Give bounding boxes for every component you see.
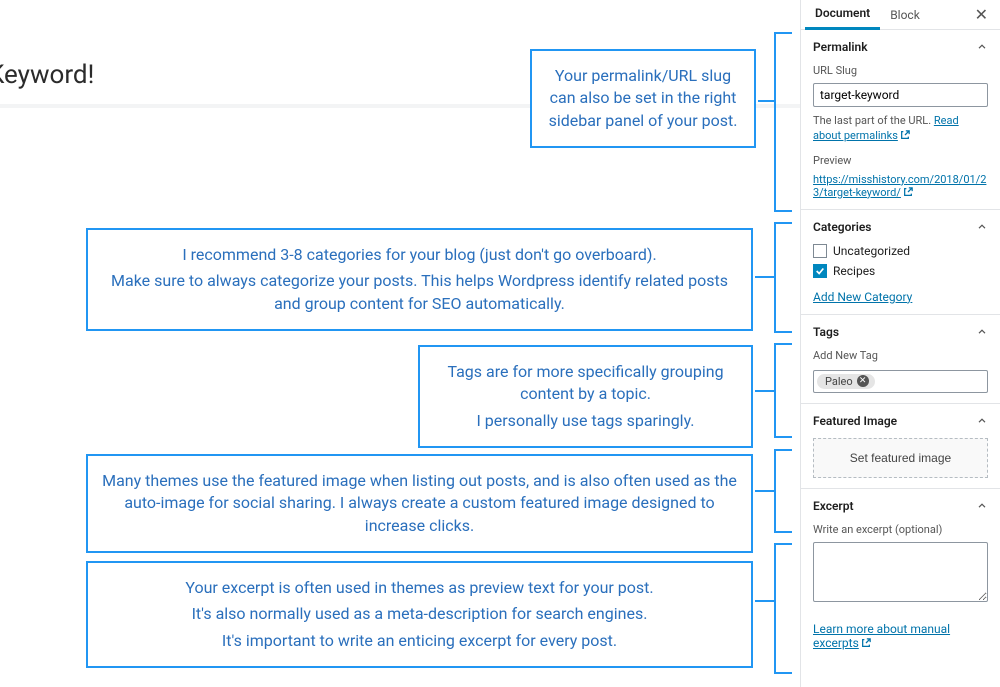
annotation-categories: I recommend 3-8 categories for your blog… bbox=[86, 228, 753, 331]
category-recipes[interactable]: Recipes bbox=[813, 264, 988, 278]
chevron-up-icon bbox=[976, 415, 988, 427]
panel-categories-toggle[interactable]: Categories bbox=[813, 220, 988, 234]
annotation-tags: Tags are for more specifically grouping … bbox=[418, 345, 753, 448]
bracket-permalink bbox=[774, 32, 786, 212]
excerpt-textarea[interactable] bbox=[813, 542, 988, 602]
bracket-featured bbox=[774, 449, 786, 533]
panel-categories: Categories Uncategorized Recipes Add New… bbox=[801, 210, 1000, 315]
preview-label: Preview bbox=[813, 154, 988, 167]
chevron-up-icon bbox=[976, 326, 988, 338]
annotation-permalink: Your permalink/URL slug can also be set … bbox=[530, 49, 756, 148]
annotation-featured: Many themes use the featured image when … bbox=[86, 454, 753, 553]
bracket-tags bbox=[774, 343, 786, 438]
category-label: Uncategorized bbox=[833, 244, 910, 258]
chevron-up-icon bbox=[976, 41, 988, 53]
panel-excerpt: Excerpt Write an excerpt (optional) bbox=[801, 489, 1000, 612]
panel-tags: Tags Add New Tag Paleo ✕ bbox=[801, 315, 1000, 404]
external-link-icon bbox=[903, 187, 913, 197]
tab-block[interactable]: Block bbox=[880, 0, 930, 30]
external-link-icon bbox=[900, 129, 910, 139]
chevron-up-icon bbox=[976, 221, 988, 233]
learn-more-excerpts-link[interactable]: Learn more about manual excerpts bbox=[813, 622, 950, 650]
url-slug-input[interactable] bbox=[813, 83, 988, 107]
connector-featured bbox=[755, 490, 774, 492]
panel-featured-image: Featured Image Set featured image bbox=[801, 404, 1000, 489]
panel-featured-image-toggle[interactable]: Featured Image bbox=[813, 414, 988, 428]
checkbox-unchecked-icon bbox=[813, 244, 827, 258]
panel-permalink-title: Permalink bbox=[813, 40, 868, 54]
bracket-excerpt bbox=[774, 543, 786, 674]
permalink-help: The last part of the URL. Read about per… bbox=[813, 113, 988, 144]
permalink-preview: https://misshistory.com/2018/01/23/targe… bbox=[813, 173, 988, 199]
panel-tags-toggle[interactable]: Tags bbox=[813, 325, 988, 339]
connector-excerpt bbox=[755, 600, 774, 602]
panel-tags-title: Tags bbox=[813, 325, 839, 339]
bracket-categories bbox=[774, 222, 786, 333]
close-icon: ✕ bbox=[975, 5, 988, 24]
set-featured-image-button[interactable]: Set featured image bbox=[813, 438, 988, 478]
connector-tags bbox=[755, 390, 774, 392]
excerpt-learn-more: Learn more about manual excerpts bbox=[801, 612, 1000, 660]
tag-pill-paleo: Paleo ✕ bbox=[817, 374, 875, 389]
url-slug-label: URL Slug bbox=[813, 64, 988, 77]
remove-tag-button[interactable]: ✕ bbox=[857, 375, 869, 387]
connector-permalink bbox=[758, 100, 774, 102]
category-label: Recipes bbox=[833, 264, 875, 278]
chevron-up-icon bbox=[976, 500, 988, 512]
sidebar-tabs: Document Block ✕ bbox=[801, 0, 1000, 30]
panel-permalink-toggle[interactable]: Permalink bbox=[813, 40, 988, 54]
add-new-tag-label: Add New Tag bbox=[813, 349, 988, 362]
panel-categories-title: Categories bbox=[813, 220, 871, 234]
panel-excerpt-title: Excerpt bbox=[813, 499, 854, 513]
tab-document[interactable]: Document bbox=[805, 0, 880, 30]
excerpt-label: Write an excerpt (optional) bbox=[813, 523, 988, 536]
category-uncategorized[interactable]: Uncategorized bbox=[813, 244, 988, 258]
annotation-excerpt: Your excerpt is often used in themes as … bbox=[86, 561, 753, 668]
panel-excerpt-toggle[interactable]: Excerpt bbox=[813, 499, 988, 513]
checkbox-checked-icon bbox=[813, 264, 827, 278]
add-new-category-link[interactable]: Add New Category bbox=[813, 290, 912, 304]
tag-pill-label: Paleo bbox=[825, 375, 853, 388]
post-body-placeholder[interactable]: delete it, then start writing! bbox=[0, 154, 800, 169]
editor-canvas: ude Your Target Keyword! delete it, then… bbox=[0, 0, 800, 687]
panel-permalink: Permalink URL Slug The last part of the … bbox=[801, 30, 1000, 210]
permalink-preview-link[interactable]: https://misshistory.com/2018/01/23/targe… bbox=[813, 173, 986, 199]
connector-categories bbox=[755, 276, 774, 278]
tag-input[interactable]: Paleo ✕ bbox=[813, 370, 988, 393]
close-sidebar-button[interactable]: ✕ bbox=[967, 5, 996, 24]
external-link-icon bbox=[861, 637, 871, 647]
settings-sidebar: Document Block ✕ Permalink URL Slug The … bbox=[800, 0, 1000, 687]
panel-featured-image-title: Featured Image bbox=[813, 414, 897, 428]
